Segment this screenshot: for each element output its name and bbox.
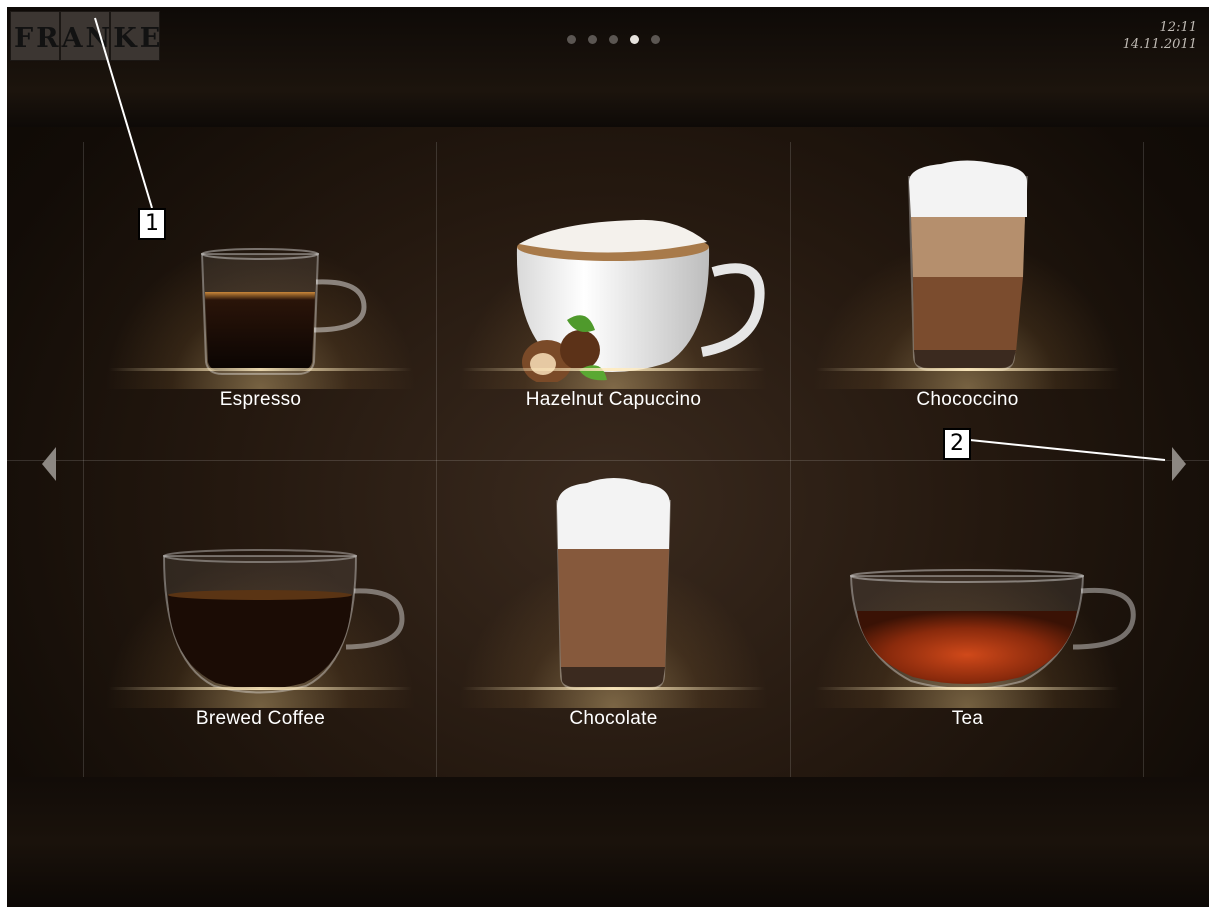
product-label: Chocolate — [569, 708, 658, 729]
clock-time: 12:11 — [1159, 20, 1197, 35]
chococcino-glass-icon — [907, 160, 1029, 371]
footer-bar — [7, 777, 1209, 907]
callout-2: 2 — [943, 428, 971, 460]
product-tile-tea[interactable]: Tea — [791, 461, 1144, 778]
product-tile-brewed-coffee[interactable]: Brewed Coffee — [84, 461, 437, 778]
callout-1: 1 — [138, 208, 166, 240]
tea-cup-icon — [849, 569, 1136, 690]
product-tile-chocolate[interactable]: Chocolate — [437, 461, 790, 778]
arrow-right-icon[interactable] — [1172, 447, 1186, 481]
chocolate-glass-icon — [555, 478, 672, 690]
header-bar — [7, 7, 1209, 127]
espresso-cup-icon — [200, 248, 367, 375]
coffee-cup-icon — [162, 549, 405, 694]
product-grid: Espresso Hazelnut Capuccino Chococcino B… — [7, 142, 1209, 777]
page-dot-4-active[interactable] — [630, 35, 639, 44]
page-dot-3[interactable] — [609, 35, 618, 44]
product-label: Brewed Coffee — [195, 708, 326, 729]
product-tile-espresso[interactable]: Espresso — [84, 142, 437, 459]
page-indicator — [567, 35, 660, 44]
page-dot-2[interactable] — [588, 35, 597, 44]
product-label: Espresso — [219, 389, 302, 410]
product-label: Hazelnut Capuccino — [525, 389, 702, 410]
product-label: Tea — [951, 708, 984, 729]
page-dot-1[interactable] — [567, 35, 576, 44]
logo-text: FRANKE — [14, 23, 164, 54]
clock-date: 14.11.2011 — [1122, 37, 1197, 52]
hazelnut-cappuccino-cup-icon — [516, 219, 765, 382]
franke-logo: FRANKE — [10, 11, 160, 61]
coffee-machine-screen: FRANKE 12:11 14.11.2011 Espresso Hazelnu… — [7, 7, 1209, 907]
product-tile-hazelnut-capuccino[interactable]: Hazelnut Capuccino — [437, 142, 790, 459]
product-tile-chococcino[interactable]: Chococcino — [791, 142, 1144, 459]
arrow-left-icon[interactable] — [42, 447, 56, 481]
clock: 12:11 14.11.2011 — [1123, 19, 1197, 53]
page-dot-5[interactable] — [651, 35, 660, 44]
product-label: Chococcino — [916, 389, 1019, 410]
